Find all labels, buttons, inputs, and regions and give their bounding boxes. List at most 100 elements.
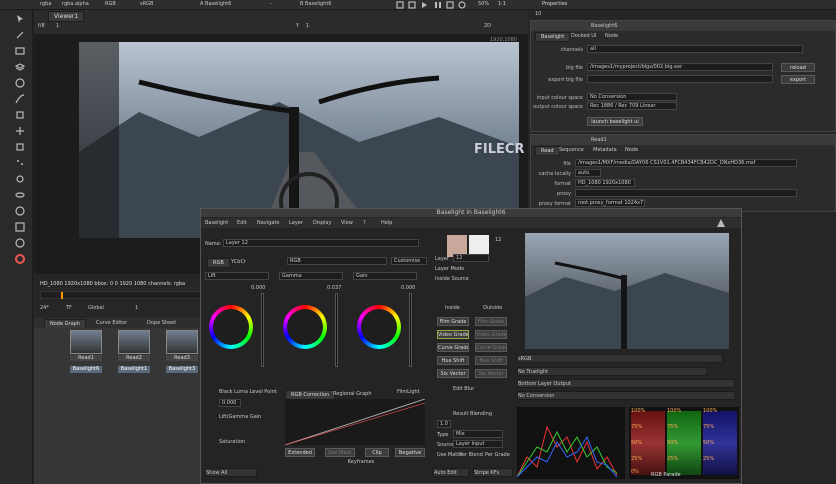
proxy-field[interactable] — [575, 189, 797, 197]
cache-select[interactable]: auto — [575, 169, 601, 177]
stack-icon[interactable] — [15, 110, 25, 120]
customise-select[interactable]: Customise — [391, 257, 427, 265]
menu-help[interactable]: Help — [381, 220, 392, 226]
name-field[interactable]: Layer 12 — [223, 239, 419, 247]
per-blend-toggle[interactable]: Per Blend — [459, 452, 483, 458]
curve-grade-outside[interactable]: Curve Grade — [475, 343, 507, 352]
tab-node[interactable]: Node — [625, 147, 638, 153]
show-all-select[interactable]: Show All — [205, 468, 257, 477]
color-wheel-icon[interactable] — [15, 254, 25, 264]
tab-read[interactable]: Read — [535, 146, 560, 156]
gamma-select[interactable]: Gamma — [279, 272, 343, 280]
colorspace-select[interactable]: RGB — [105, 1, 116, 7]
gain-value[interactable]: 0.000 — [401, 285, 415, 291]
hue-shift-inside[interactable]: Hue Shift — [437, 356, 469, 365]
move-icon[interactable] — [15, 126, 25, 136]
gain-wheel[interactable] — [357, 305, 401, 349]
six-vector-inside[interactable]: Six Vector — [437, 369, 469, 378]
baselight-node[interactable]: Baselight6 — [70, 366, 102, 373]
extended-button[interactable]: Extended — [285, 448, 315, 457]
fstop-value[interactable]: 1 — [56, 23, 59, 29]
type-select[interactable]: Mix — [453, 430, 503, 438]
tab-viewer[interactable]: Viewer1 — [48, 11, 85, 22]
tab-ycbcr[interactable]: YCbCr — [231, 259, 246, 265]
eye-icon[interactable] — [15, 190, 25, 200]
edit-blur-label[interactable]: Edit Blur — [453, 386, 474, 392]
source-select[interactable]: Layer Input — [453, 440, 503, 448]
grid-icon[interactable] — [15, 222, 25, 232]
layer-field[interactable]: 12 — [453, 254, 489, 262]
gamma-slider[interactable] — [335, 293, 338, 367]
video-grade-outside[interactable]: Video Grade — [475, 330, 507, 339]
grade-b-select[interactable]: B Baselight6 — [300, 1, 331, 7]
stripe-kf-button[interactable]: Stripe KFs — [473, 468, 513, 477]
menu-question[interactable]: ? — [363, 220, 366, 226]
per-grade-toggle[interactable]: Per Grade — [485, 452, 510, 458]
baselight-node[interactable]: Baselight1 — [118, 366, 150, 373]
channels-select[interactable]: rgba — [40, 1, 51, 7]
tab-regional-graph[interactable]: Regional Graph — [333, 391, 372, 397]
range-select[interactable]: Global — [88, 305, 104, 311]
display-select[interactable]: sRGB — [517, 354, 723, 363]
truelight-select[interactable]: No Truelight — [517, 367, 707, 376]
view-mode[interactable]: 2D — [484, 23, 491, 29]
metadata-icon[interactable] — [15, 206, 25, 216]
film-grade-outside[interactable]: Film Grade — [475, 317, 507, 326]
layer-count[interactable]: 12 — [495, 237, 501, 243]
curve-grade-inside[interactable]: Curve Grade — [437, 343, 469, 352]
lift-value[interactable]: 0.000 — [251, 285, 265, 291]
read-title[interactable]: Read1 — [591, 137, 607, 143]
blg-field[interactable]: /images1/myproject/blgs/002.blg.exr — [587, 63, 773, 71]
gain-slider[interactable] — [409, 293, 412, 367]
hue-shift-outside[interactable]: Hue Shift — [475, 356, 507, 365]
menu-navigate[interactable]: Navigate — [257, 220, 279, 226]
blend-value[interactable]: 1.0 — [437, 420, 451, 428]
display-select[interactable]: sRGB — [140, 1, 153, 7]
gamma-value[interactable]: 0.037 — [327, 285, 341, 291]
video-grade-inside[interactable]: Video Grade — [437, 330, 469, 339]
tab-sequence[interactable]: Sequence — [559, 147, 584, 153]
auto-edit-select[interactable]: Auto Edit — [433, 468, 469, 477]
dots-icon[interactable] — [15, 238, 25, 248]
tab-rgb[interactable]: RGB — [207, 258, 230, 268]
cube-icon[interactable] — [15, 142, 25, 152]
tab-baselight[interactable]: Baselight — [535, 32, 571, 42]
input-cs-select[interactable]: No Conversion — [587, 93, 677, 101]
menu-baselight[interactable]: Baselight — [205, 220, 228, 226]
menu-layer[interactable]: Layer — [289, 220, 303, 226]
use-mask-button[interactable]: Use Mask — [325, 448, 355, 457]
fps-select[interactable]: 24* — [40, 305, 49, 311]
launch-button[interactable]: launch baselight ui — [587, 117, 643, 126]
tab-metadata[interactable]: Metadata — [593, 147, 617, 153]
channels-field[interactable]: all — [587, 45, 803, 53]
filmlight-select[interactable]: FilmLight — [397, 389, 420, 395]
menu-display[interactable]: Display — [313, 220, 331, 226]
particles-icon[interactable] — [15, 158, 25, 168]
ring-icon[interactable] — [15, 174, 25, 184]
export-field[interactable] — [587, 75, 773, 83]
node-icon[interactable] — [15, 46, 25, 56]
menu-edit[interactable]: Edit — [237, 220, 247, 226]
tab-curve-editor[interactable]: Curve Editor — [96, 320, 127, 326]
y-value[interactable]: 1 — [306, 23, 309, 29]
negative-button[interactable]: Negative — [395, 448, 425, 457]
tab-docked-ui[interactable]: Docked UI — [571, 33, 596, 39]
gamma-wheel[interactable] — [283, 305, 327, 349]
lift-wheel[interactable] — [209, 305, 253, 349]
read-node[interactable]: Read2 — [118, 330, 150, 366]
file-field[interactable]: /images1/MXF/media/DAY06 CS1V01.4FCB434F… — [575, 159, 797, 167]
format-select[interactable]: HD_1080 1920x1080 — [575, 179, 635, 187]
tab-dope-sheet[interactable]: Dope Sheet — [147, 320, 176, 326]
node-graph-canvas[interactable]: Read1 Read2 Read3 Baselight6 Baselight1 … — [34, 328, 204, 484]
tab-node[interactable]: Node — [605, 33, 618, 39]
film-grade-inside[interactable]: Film Grade — [437, 317, 469, 326]
zoom-select[interactable]: 50% — [478, 1, 489, 7]
properties-count[interactable]: 10 — [535, 11, 541, 17]
brush-icon[interactable] — [15, 30, 25, 40]
frame-input[interactable]: 1 — [135, 305, 138, 311]
grade-a-select[interactable]: A Baselight6 — [200, 1, 231, 7]
rgb-curve-graph[interactable] — [285, 399, 425, 445]
bottom-layer-select[interactable]: Bottom Layer Output — [517, 379, 735, 388]
black-level-value[interactable]: 0.000 — [219, 399, 241, 407]
lift-slider[interactable] — [261, 293, 264, 367]
